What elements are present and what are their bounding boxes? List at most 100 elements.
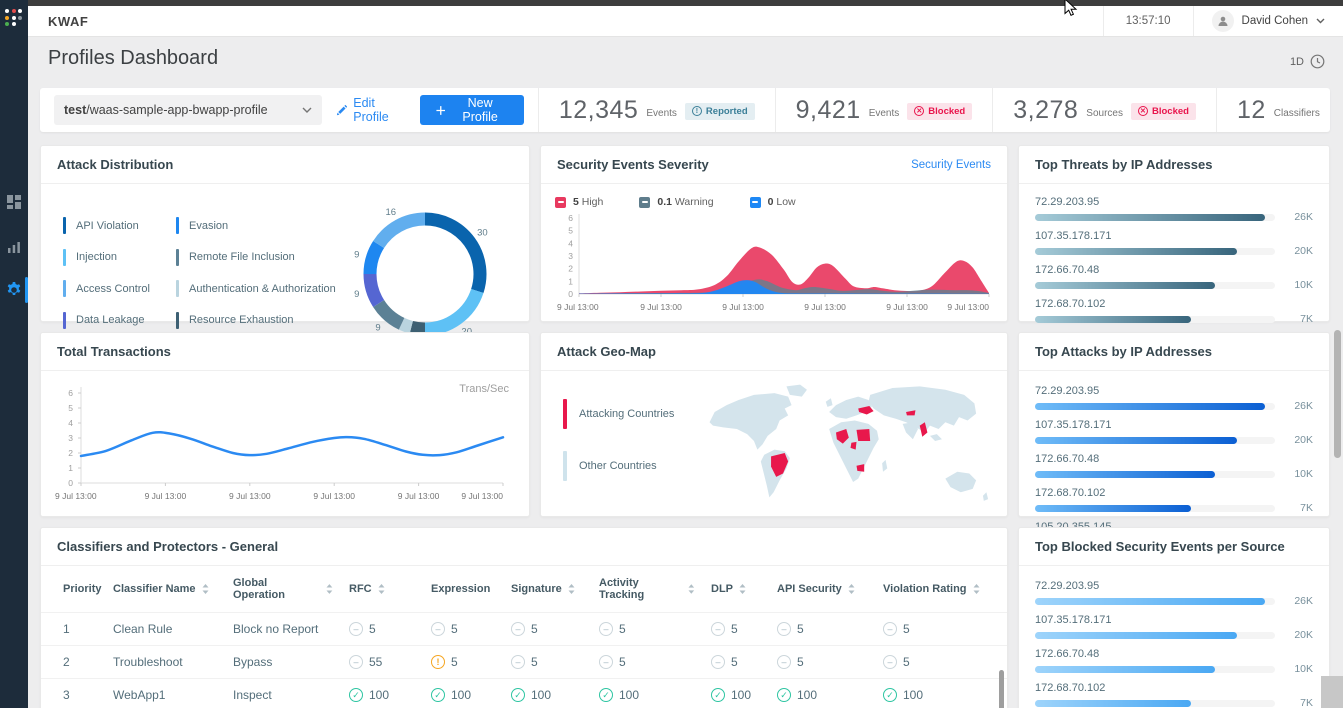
country-chad — [856, 429, 870, 441]
bar-ip-label: 107.35.178.171 — [1035, 230, 1313, 242]
column-header-signature[interactable]: Signature — [503, 566, 591, 612]
profile-namespace: test — [64, 103, 86, 117]
legend-label: Evasion — [189, 220, 228, 232]
cell-classifier-name: WebApp1 — [105, 678, 225, 708]
scrollbar-corner — [1321, 676, 1343, 708]
security-events-link[interactable]: Security Events — [911, 159, 991, 171]
avatar — [1212, 10, 1234, 32]
panel-attack-geo-map: Attack Geo-Map Attacking CountriesOther … — [540, 332, 1008, 517]
analytics-icon — [7, 239, 21, 253]
top-bar: KWAF 13:57:10 David Cohen — [28, 6, 1343, 37]
x-tick-label: 9 Jul 13:00 — [886, 302, 928, 312]
legend-item: Remote File Inclusion — [176, 242, 336, 274]
bar-track — [1035, 437, 1275, 444]
x-tick-label: 9 Jul 13:00 — [313, 491, 355, 501]
metric-value: 5 — [797, 655, 804, 669]
legend-color-chip — [176, 249, 179, 266]
edit-profile-button[interactable]: Edit Profile — [336, 96, 406, 124]
donut-segment — [411, 327, 425, 329]
donut-segment-value: 9 — [354, 250, 359, 261]
x-tick-label: 9 Jul 13:00 — [145, 491, 187, 501]
sidebar-item-settings[interactable] — [0, 275, 28, 305]
donut-segment — [370, 274, 379, 304]
bar-track — [1035, 248, 1275, 255]
minus-circle-icon: – — [711, 622, 725, 636]
severity-legend-item: 5 High — [555, 196, 603, 208]
cell-metric: –5 — [875, 612, 1007, 645]
bar-value: 26K — [1285, 211, 1313, 223]
y-tick-label: 0 — [68, 478, 73, 488]
metric-value: 5 — [903, 622, 910, 636]
cell-metric: ✓ 100 — [703, 678, 769, 708]
geo-legend-label: Other Countries — [579, 460, 657, 472]
donut-segment — [379, 304, 402, 324]
column-header-global-operation[interactable]: Global Operation — [225, 566, 341, 612]
column-header-expression[interactable]: Expression — [423, 566, 503, 612]
column-header-api-security[interactable]: API Security — [769, 566, 875, 612]
metric-value: 100 — [731, 688, 751, 702]
legend-label: Injection — [76, 251, 117, 263]
metric-value: 5 — [619, 622, 626, 636]
cell-metric: –5 — [703, 645, 769, 678]
profile-select[interactable]: test/waas-sample-app-bwapp-profile — [54, 95, 322, 125]
legend-color-chip — [63, 280, 66, 297]
sidebar — [0, 0, 28, 708]
column-header-dlp[interactable]: DLP — [703, 566, 769, 612]
cell-metric: !5 — [423, 645, 503, 678]
severity-legend-item: 0 Low — [750, 196, 796, 208]
x-tick-label: 9 Jul 13:00 — [398, 491, 440, 501]
bar-fill — [1035, 248, 1237, 255]
legend-item: Injection — [63, 242, 150, 274]
panel-title: Attack Geo-Map — [557, 344, 656, 359]
legend-item: Access Control — [63, 273, 150, 305]
metric-value: 5 — [531, 622, 538, 636]
metric-value: 100 — [369, 688, 389, 702]
column-header-classifier-name[interactable]: Classifier Name — [105, 566, 225, 612]
check-circle-icon: ✓ — [777, 688, 791, 702]
bar-track — [1035, 214, 1275, 221]
x-tick-label: 9 Jul 13:00 — [229, 491, 271, 501]
kwaf-logo — [5, 9, 23, 27]
bar-list-item: 172.68.70.1027K — [1035, 487, 1313, 514]
time-range-value: 1D — [1290, 56, 1304, 68]
product-name: KWAF — [48, 14, 88, 29]
donut-segment — [379, 219, 425, 245]
y-tick-label: 1 — [568, 276, 573, 286]
bar-track — [1035, 471, 1275, 478]
user-menu[interactable]: David Cohen — [1194, 10, 1343, 32]
time-range-control[interactable]: 1D — [1290, 54, 1325, 69]
bar-list-item: 107.35.178.17120K — [1035, 614, 1313, 641]
minus-circle-icon: – — [711, 655, 725, 669]
page-scrollbar-thumb[interactable] — [1334, 330, 1341, 458]
legend-label: Authentication & Authorization — [189, 283, 336, 295]
column-header-activity-tracking[interactable]: Activity Tracking — [591, 566, 703, 612]
new-profile-button[interactable]: New Profile — [420, 95, 524, 125]
bar-fill — [1035, 316, 1191, 323]
stat-value: 12,345 — [559, 96, 638, 125]
metric-value: 55 — [369, 655, 382, 669]
column-header-violation-rating[interactable]: Violation Rating — [875, 566, 1007, 612]
user-icon — [1217, 15, 1229, 27]
column-header-rfc[interactable]: RFC — [341, 566, 423, 612]
cell-metric: –5 — [769, 645, 875, 678]
bar-track — [1035, 282, 1275, 289]
check-circle-icon: ✓ — [883, 688, 897, 702]
status-badge: !Reported — [685, 103, 755, 120]
top-blocked-bar-list: 72.29.203.9526K107.35.178.17120K172.66.7… — [1019, 566, 1329, 708]
panel-title: Classifiers and Protectors - General — [57, 539, 278, 554]
bar-value: 26K — [1285, 595, 1313, 607]
check-circle-icon: ✓ — [711, 688, 725, 702]
geo-legend-chip — [563, 451, 567, 481]
bar-fill — [1035, 437, 1237, 444]
sidebar-item-dashboard[interactable] — [0, 187, 28, 217]
stat-sources: 3,278Sources✕Blocked — [992, 88, 1216, 132]
metric-value: 5 — [369, 622, 376, 636]
panel-title: Top Blocked Security Events per Source — [1035, 539, 1285, 554]
panel-classifiers-table: Classifiers and Protectors - General Pri… — [40, 527, 1008, 708]
minus-circle-icon: – — [777, 622, 791, 636]
attack-distribution-legend: API ViolationInjectionAccess ControlData… — [63, 210, 336, 336]
sort-icon — [202, 584, 209, 594]
sidebar-item-analytics[interactable] — [0, 231, 28, 261]
table-scrollbar-thumb[interactable] — [999, 670, 1004, 708]
check-circle-icon: ✓ — [349, 688, 363, 702]
